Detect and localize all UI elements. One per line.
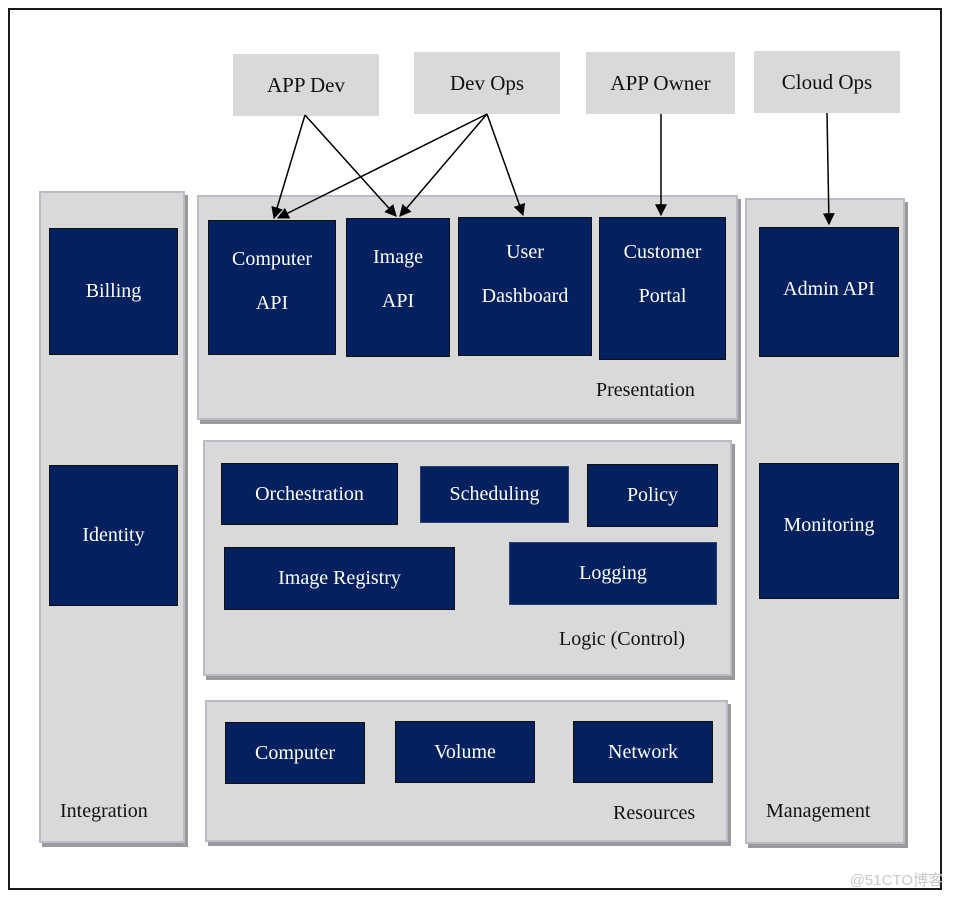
orchestration-component: Orchestration — [221, 463, 398, 525]
presentation-panel: Computer API Image API User Dashboard Cu… — [197, 195, 738, 420]
monitoring-component: Monitoring — [759, 463, 899, 599]
computer-resource-component: Computer — [225, 722, 365, 784]
customer-portal-component: Customer Portal — [599, 217, 726, 360]
image-registry-component: Image Registry — [224, 547, 455, 610]
actor-app-dev: APP Dev — [233, 54, 379, 116]
identity-component: Identity — [49, 465, 178, 606]
volume-resource-component: Volume — [395, 721, 535, 783]
user-dashboard-component: User Dashboard — [458, 217, 592, 356]
logging-component: Logging — [509, 542, 717, 605]
logic-panel: Orchestration Scheduling Policy Image Re… — [203, 440, 732, 676]
policy-component: Policy — [587, 464, 718, 527]
actor-app-owner: APP Owner — [586, 52, 735, 114]
actor-dev-ops: Dev Ops — [414, 52, 560, 114]
presentation-label: Presentation — [596, 379, 695, 401]
scheduling-component: Scheduling — [420, 466, 569, 523]
logic-label: Logic (Control) — [559, 628, 686, 650]
integration-label: Integration — [60, 800, 148, 822]
resources-panel: Computer Volume Network Resources — [205, 700, 728, 842]
resources-label: Resources — [613, 802, 696, 824]
computer-api-component: Computer API — [208, 220, 336, 355]
admin-api-component: Admin API — [759, 227, 899, 357]
management-panel: Admin API Monitoring Management — [745, 198, 905, 844]
watermark: @51CTO博客 — [849, 872, 943, 889]
integration-panel: Billing Identity Integration — [39, 191, 185, 843]
billing-component: Billing — [49, 228, 178, 355]
network-resource-component: Network — [573, 721, 713, 783]
actor-cloud-ops: Cloud Ops — [754, 51, 900, 113]
image-api-component: Image API — [346, 218, 450, 357]
management-label: Management — [766, 800, 871, 822]
